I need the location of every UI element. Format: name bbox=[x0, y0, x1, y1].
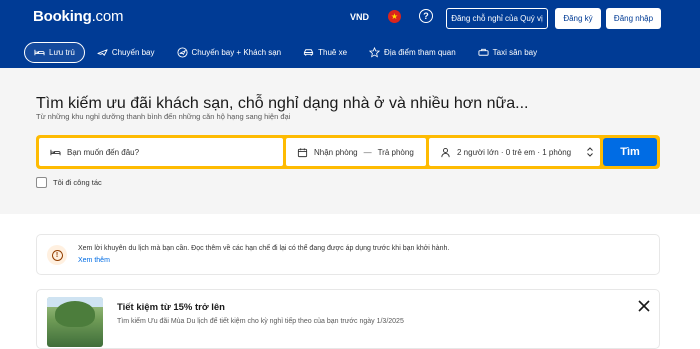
promo-banner: Tiết kiệm từ 15% trở lên Tìm kiếm Ưu đãi… bbox=[36, 289, 660, 349]
checkin-label: Nhận phòng bbox=[314, 147, 358, 157]
nav-item-label: Chuyến bay bbox=[111, 48, 155, 57]
register-button[interactable]: Đăng ký bbox=[555, 8, 601, 29]
destination-field[interactable]: Bạn muốn đến đâu? bbox=[39, 138, 283, 166]
taxi-icon bbox=[478, 48, 489, 56]
guests-field[interactable]: 2 người lớn · 0 trẻ em · 1 phòng bbox=[429, 138, 600, 166]
notice-read-more-link[interactable]: Xem thêm bbox=[78, 257, 110, 264]
bed-icon bbox=[50, 149, 61, 155]
nav-item-stays[interactable]: Lưu trú bbox=[24, 42, 85, 63]
travel-advice-notice: ! Xem lời khuyên du lịch mà bạn cần. Đọc… bbox=[36, 234, 660, 275]
nav-item-label: Taxi sân bay bbox=[492, 48, 538, 57]
flag-star-icon: ★ bbox=[390, 11, 399, 21]
info-icon: ! bbox=[47, 245, 67, 265]
nav-item-flights[interactable]: Chuyến bay bbox=[87, 42, 165, 63]
person-icon bbox=[441, 147, 450, 157]
car-icon bbox=[304, 49, 314, 56]
nav-item-label: Thuê xe bbox=[318, 48, 348, 57]
nav-item-label: Lưu trú bbox=[49, 48, 75, 57]
business-trip-checkbox[interactable] bbox=[36, 177, 47, 188]
attractions-icon bbox=[369, 47, 381, 58]
destination-placeholder: Bạn muốn đến đâu? bbox=[67, 147, 140, 157]
calendar-icon bbox=[297, 147, 308, 157]
search-button[interactable]: Tìm bbox=[603, 138, 657, 166]
chevron-updown-icon bbox=[587, 147, 593, 157]
business-trip-row: Tôi đi công tác bbox=[36, 177, 102, 188]
plane-hotel-icon bbox=[176, 47, 188, 58]
promo-image bbox=[47, 297, 103, 347]
top-header: Booking.com VND ★ ? Đăng chỗ nghỉ của Qu… bbox=[0, 0, 700, 68]
bed-icon bbox=[34, 49, 45, 56]
nav-item-flight-hotel[interactable]: Chuyến bay + Khách sạn bbox=[167, 42, 292, 63]
checkout-label: Trả phòng bbox=[377, 147, 414, 157]
nav-item-label: Chuyến bay + Khách sạn bbox=[191, 48, 282, 57]
plane-icon bbox=[97, 49, 108, 56]
close-icon[interactable] bbox=[636, 298, 652, 314]
guests-summary: 2 người lớn · 0 trẻ em · 1 phòng bbox=[457, 147, 572, 157]
business-trip-label[interactable]: Tôi đi công tác bbox=[53, 178, 102, 187]
promo-title: Tiết kiệm từ 15% trở lên bbox=[117, 302, 225, 313]
list-property-button[interactable]: Đăng chỗ nghỉ của Quý vị bbox=[446, 8, 548, 29]
vietnam-flag-icon[interactable]: ★ bbox=[388, 10, 401, 23]
search-bar: Bạn muốn đến đâu? Nhận phòng — Trả phòng… bbox=[36, 135, 660, 169]
question-circle-icon[interactable]: ? bbox=[419, 9, 433, 23]
nav-item-airport-taxi[interactable]: Taxi sân bay bbox=[468, 42, 547, 63]
promo-text: Tìm kiếm Ưu đãi Mùa Du lịch để tiết kiệm… bbox=[117, 318, 404, 325]
currency-selector[interactable]: VND bbox=[350, 12, 369, 22]
hero-title: Tìm kiếm ưu đãi khách sạn, chỗ nghỉ dạng… bbox=[36, 95, 529, 112]
hero-subtitle: Từ những khu nghỉ dưỡng thanh bình đến n… bbox=[36, 112, 291, 121]
logo-main-text: Booking bbox=[33, 8, 92, 25]
notice-text: Xem lời khuyên du lịch mà bạn cần. Đọc t… bbox=[78, 245, 450, 252]
nav-item-label: Địa điểm tham quan bbox=[384, 48, 456, 57]
product-nav: Lưu trú Chuyến bay Chuyến bay + Khách sạ… bbox=[24, 42, 549, 63]
nav-item-car-rental[interactable]: Thuê xe bbox=[293, 42, 357, 63]
logo-suffix-text: .com bbox=[91, 8, 124, 25]
date-range-field[interactable]: Nhận phòng — Trả phòng bbox=[286, 138, 426, 166]
date-separator: — bbox=[363, 147, 372, 157]
booking-logo[interactable]: Booking.com bbox=[33, 8, 124, 25]
nav-item-attractions[interactable]: Địa điểm tham quan bbox=[359, 42, 466, 63]
signin-button[interactable]: Đăng nhập bbox=[606, 8, 661, 29]
